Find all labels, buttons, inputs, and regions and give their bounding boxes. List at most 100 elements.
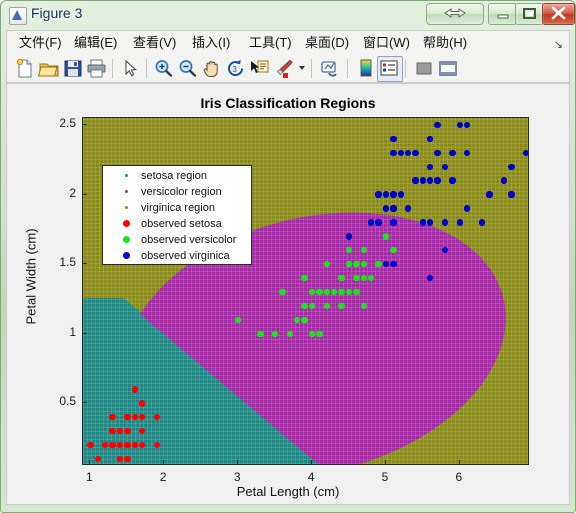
- y-tick-label: 2.5: [59, 115, 76, 130]
- data-point: [345, 247, 353, 254]
- data-point: [463, 205, 471, 212]
- data-point: [508, 191, 515, 198]
- chart-legend[interactable]: setosa region versicolor region virginic…: [102, 165, 252, 265]
- legend-row-virginica-region: virginica region: [103, 200, 253, 216]
- menu-overflow-icon[interactable]: ↘: [554, 38, 563, 51]
- menu-help[interactable]: 帮助(H): [419, 34, 471, 52]
- pan-hand-icon[interactable]: [201, 58, 223, 79]
- data-point: [441, 247, 449, 254]
- legend-row-observed-virginica: observed virginica: [103, 248, 253, 264]
- data-point: [360, 274, 367, 282]
- data-point: [397, 149, 404, 156]
- menu-insert[interactable]: 插入(I): [188, 34, 234, 52]
- data-point: [367, 219, 375, 226]
- data-point: [234, 316, 242, 324]
- zoom-in-icon[interactable]: [153, 58, 175, 79]
- data-point: [316, 330, 323, 337]
- data-point: [523, 149, 528, 156]
- menu-window[interactable]: 窗口(W): [359, 34, 414, 52]
- legend-label: observed versicolor: [141, 234, 237, 246]
- y-tick-mark: [82, 193, 87, 195]
- data-point: [390, 247, 397, 254]
- y-tick-mark: [82, 123, 87, 125]
- new-figure-icon[interactable]: [14, 58, 36, 79]
- data-point: [412, 149, 419, 156]
- data-point: [331, 288, 338, 296]
- data-point: [338, 288, 345, 296]
- legend-label: observed virginica: [141, 250, 230, 262]
- data-point: [390, 149, 397, 156]
- close-button[interactable]: [542, 3, 575, 25]
- y-tick-label: 2: [69, 185, 76, 200]
- data-point: [138, 414, 146, 421]
- maximize-button[interactable]: [515, 3, 544, 25]
- print-figure-icon[interactable]: [86, 58, 108, 79]
- data-point: [124, 428, 131, 435]
- data-point: [375, 219, 382, 226]
- setosa-region-swatch-icon: [125, 174, 128, 177]
- y-tick-label: 1.5: [59, 255, 76, 270]
- menu-tools[interactable]: 工具(T): [245, 34, 296, 52]
- data-point: [308, 330, 316, 337]
- data-point: [419, 219, 427, 226]
- virginica-region-swatch-icon: [125, 206, 128, 209]
- data-point: [434, 121, 441, 129]
- legend-label: virginica region: [141, 202, 215, 214]
- data-point: [427, 219, 434, 226]
- show-plot-tools-icon[interactable]: [437, 58, 459, 79]
- data-point: [486, 191, 493, 198]
- help-restore-button[interactable]: [426, 3, 484, 25]
- link-plot-icon[interactable]: [319, 58, 341, 79]
- data-point: [94, 455, 101, 463]
- menu-desktop[interactable]: 桌面(D): [301, 34, 353, 52]
- menu-view[interactable]: 查看(V): [129, 34, 180, 52]
- menu-bar: 文件(F) 编辑(E) 查看(V) 插入(I) 工具(T) 桌面(D) 窗口(W…: [6, 30, 570, 54]
- maximize-icon: [516, 4, 543, 24]
- x-tick-label: 3: [233, 470, 241, 484]
- data-point: [360, 247, 367, 254]
- toolbar-separator-5: [405, 59, 406, 78]
- menu-edit[interactable]: 编辑(E): [70, 34, 121, 52]
- data-point: [500, 177, 508, 184]
- menu-file[interactable]: 文件(F): [15, 34, 66, 52]
- plot-axes[interactable]: setosa region versicolor region virginic…: [82, 117, 529, 465]
- data-point: [353, 288, 360, 296]
- pointer-select-icon[interactable]: [119, 58, 141, 79]
- data-point: [323, 302, 330, 310]
- data-point: [419, 177, 427, 184]
- insert-colorbar-icon[interactable]: [355, 58, 377, 79]
- x-tick-label: 1: [86, 470, 93, 484]
- data-point: [375, 260, 382, 268]
- data-point: [427, 177, 434, 184]
- open-file-icon[interactable]: [38, 58, 60, 79]
- y-tick-label: 1: [69, 324, 76, 339]
- brush-dropdown-caret-icon[interactable]: [299, 66, 305, 70]
- observed-virginica-swatch-icon: [123, 252, 130, 259]
- title-bar: Figure 3: [1, 1, 575, 29]
- data-point: [87, 441, 94, 449]
- rotate-3d-icon[interactable]: 3: [225, 58, 247, 79]
- data-point: [427, 274, 434, 282]
- toolbar-separator-3: [311, 59, 312, 78]
- data-cursor-icon[interactable]: [249, 58, 271, 79]
- brush-data-icon[interactable]: [273, 58, 295, 79]
- data-point: [382, 191, 390, 198]
- zoom-out-icon[interactable]: [177, 58, 199, 79]
- data-point: [463, 149, 471, 156]
- insert-legend-icon[interactable]: [378, 58, 400, 79]
- data-point: [301, 316, 308, 324]
- tool-bar: 3: [6, 54, 570, 83]
- x-axis-label: Petal Length (cm): [236, 484, 340, 499]
- data-point: [109, 414, 116, 421]
- x-tick-mark: [384, 460, 386, 465]
- toolbar-separator-4: [347, 59, 348, 78]
- data-point: [308, 302, 316, 310]
- data-point: [390, 205, 397, 212]
- data-point: [153, 441, 161, 449]
- hide-plot-tools-icon[interactable]: [413, 58, 435, 79]
- save-figure-icon[interactable]: [62, 58, 84, 79]
- data-point: [449, 177, 456, 184]
- data-point: [279, 288, 286, 296]
- status-strip: [6, 505, 570, 509]
- minimize-button[interactable]: [488, 3, 517, 25]
